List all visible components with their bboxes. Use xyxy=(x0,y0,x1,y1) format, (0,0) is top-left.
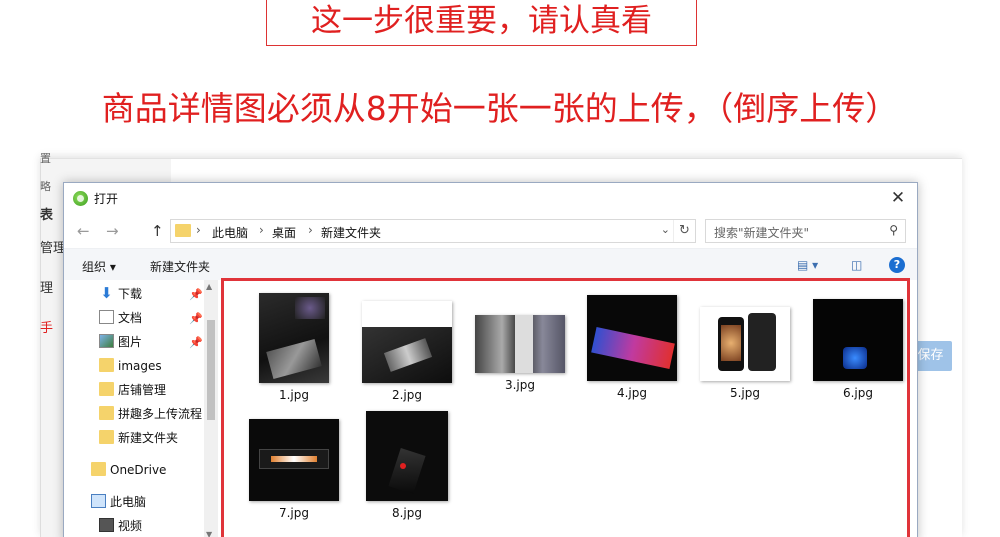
file-name: 7.jpg xyxy=(278,506,310,520)
background-label: 手 xyxy=(40,321,54,336)
file-item[interactable]: 6.jpg xyxy=(808,299,908,400)
file-item[interactable]: 2.jpg xyxy=(357,301,457,402)
breadcrumb-new-folder[interactable]: 新建文件夹 xyxy=(321,224,381,241)
file-item[interactable]: 8.jpg xyxy=(357,411,457,520)
nav-item-shop-management[interactable]: 店铺管理 xyxy=(99,380,167,400)
image-thumbnail xyxy=(249,419,339,501)
nav-item-label: 视频 xyxy=(118,519,143,533)
file-name: 5.jpg xyxy=(729,386,761,400)
file-item[interactable]: 4.jpg xyxy=(582,295,682,400)
new-folder-button[interactable]: 新建文件夹 xyxy=(150,258,210,275)
chevron-right-icon: › xyxy=(308,223,313,237)
folder-icon xyxy=(99,358,114,372)
nav-scrollbar[interactable]: ▲ ▼ xyxy=(204,280,218,537)
up-arrow-icon[interactable]: ↑ xyxy=(151,222,164,240)
refresh-icon[interactable]: ↻ xyxy=(673,220,695,242)
navigation-pane: ⬇ 下载 📌 文档 📌 图片 📌 images 店铺管理 拼趣多上传流程 新建文… xyxy=(64,280,219,537)
nav-item-onedrive[interactable]: OneDrive xyxy=(91,460,167,480)
chevron-right-icon: › xyxy=(196,223,201,237)
nav-item-label: images xyxy=(118,359,162,373)
image-thumbnail xyxy=(813,299,903,381)
file-name: 1.jpg xyxy=(278,388,310,402)
nav-item-label: 新建文件夹 xyxy=(118,431,179,445)
file-item[interactable]: 7.jpg xyxy=(244,419,344,520)
command-toolbar: 组织 ▾ 新建文件夹 ▤ ▾ ◫ ? xyxy=(64,248,917,280)
document-icon xyxy=(99,310,114,324)
download-arrow-icon: ⬇ xyxy=(100,284,113,302)
file-item[interactable]: 5.jpg xyxy=(695,307,795,400)
file-list-area: 1.jpg 2.jpg 3.jpg 4.jpg 5.jpg 6.jpg 7.jp… xyxy=(221,278,910,537)
preview-pane-icon[interactable]: ◫ xyxy=(851,258,862,272)
search-placeholder: 搜索"新建文件夹" xyxy=(714,226,810,240)
close-icon[interactable]: ✕ xyxy=(885,186,911,210)
nav-item-label: 图片 xyxy=(118,335,143,349)
nav-item-new-folder[interactable]: 新建文件夹 xyxy=(99,428,179,448)
file-name: 2.jpg xyxy=(391,388,423,402)
pictures-icon xyxy=(99,334,114,348)
nav-item-documents[interactable]: 文档 xyxy=(99,308,143,328)
help-icon[interactable]: ? xyxy=(889,257,905,273)
address-bar-row: ← → ↑ › 此电脑 › 桌面 › 新建文件夹 ⌄ ↻ 搜索"新建文件夹" ⚲ xyxy=(64,214,917,248)
instruction-text: 商品详情图必须从8开始一张一张的上传，（倒序上传） xyxy=(101,89,899,128)
scroll-up-icon[interactable]: ▲ xyxy=(206,282,212,291)
scroll-down-icon[interactable]: ▼ xyxy=(206,530,212,537)
background-label: 表 xyxy=(40,208,54,223)
nav-item-label: 下载 xyxy=(118,287,143,301)
folder-icon xyxy=(175,224,191,237)
nav-item-pictures[interactable]: 图片 xyxy=(99,332,143,352)
image-thumbnail xyxy=(366,411,448,501)
view-options-icon[interactable]: ▤ ▾ xyxy=(797,258,818,272)
search-input[interactable]: 搜索"新建文件夹" ⚲ xyxy=(705,219,906,243)
nav-item-upload-flow[interactable]: 拼趣多上传流程 xyxy=(99,404,203,424)
nav-item-label: 此电脑 xyxy=(110,495,147,509)
nav-item-label: 拼趣多上传流程 xyxy=(118,407,203,421)
file-item[interactable]: 1.jpg xyxy=(244,293,344,402)
image-thumbnail xyxy=(259,293,329,383)
background-label: 略 xyxy=(40,180,51,193)
file-item[interactable]: 3.jpg xyxy=(470,315,570,392)
nav-item-downloads[interactable]: ⬇ 下载 xyxy=(100,284,143,304)
chevron-right-icon: › xyxy=(259,223,264,237)
image-thumbnail xyxy=(587,295,677,381)
folder-icon xyxy=(99,406,114,420)
image-thumbnail xyxy=(700,307,790,381)
file-name: 3.jpg xyxy=(504,378,536,392)
nav-item-label: 文档 xyxy=(118,311,143,325)
search-icon: ⚲ xyxy=(889,223,898,237)
forward-arrow-icon[interactable]: → xyxy=(106,222,119,240)
file-name: 6.jpg xyxy=(842,386,874,400)
computer-icon xyxy=(91,494,106,508)
nav-item-videos[interactable]: 视频 xyxy=(99,516,143,536)
dialog-title: 打开 xyxy=(94,192,119,206)
browser-app-icon xyxy=(73,191,88,206)
pin-icon[interactable]: 📌 xyxy=(189,336,203,349)
open-file-dialog: 打开 ✕ ← → ↑ › 此电脑 › 桌面 › 新建文件夹 ⌄ ↻ 搜索"新建文… xyxy=(63,182,918,537)
address-field[interactable]: › 此电脑 › 桌面 › 新建文件夹 ⌄ ↻ xyxy=(170,219,696,243)
image-thumbnail xyxy=(362,301,452,383)
background-label: 理 xyxy=(40,281,54,296)
headline-banner: 这一步很重要，请认真看 xyxy=(266,0,697,46)
video-icon xyxy=(99,518,114,532)
image-thumbnail xyxy=(475,315,565,373)
file-name: 8.jpg xyxy=(391,506,423,520)
onedrive-icon xyxy=(91,462,106,476)
nav-item-images[interactable]: images xyxy=(99,356,162,376)
pin-icon[interactable]: 📌 xyxy=(189,288,203,301)
breadcrumb-desktop[interactable]: 桌面 xyxy=(272,224,296,241)
nav-item-this-pc[interactable]: 此电脑 xyxy=(91,492,147,512)
breadcrumb-this-pc[interactable]: 此电脑 xyxy=(212,224,248,241)
pin-icon[interactable]: 📌 xyxy=(189,312,203,325)
background-label: 置 xyxy=(40,152,51,165)
file-name: 4.jpg xyxy=(616,386,648,400)
chevron-down-icon[interactable]: ⌄ xyxy=(661,223,670,236)
folder-icon xyxy=(99,430,114,444)
back-arrow-icon[interactable]: ← xyxy=(77,222,90,240)
nav-item-label: OneDrive xyxy=(110,463,167,477)
scrollbar-thumb[interactable] xyxy=(207,320,215,420)
organize-menu[interactable]: 组织 ▾ xyxy=(82,258,116,275)
nav-item-label: 店铺管理 xyxy=(118,383,167,397)
folder-icon xyxy=(99,382,114,396)
dialog-titlebar[interactable]: 打开 ✕ xyxy=(64,183,917,214)
